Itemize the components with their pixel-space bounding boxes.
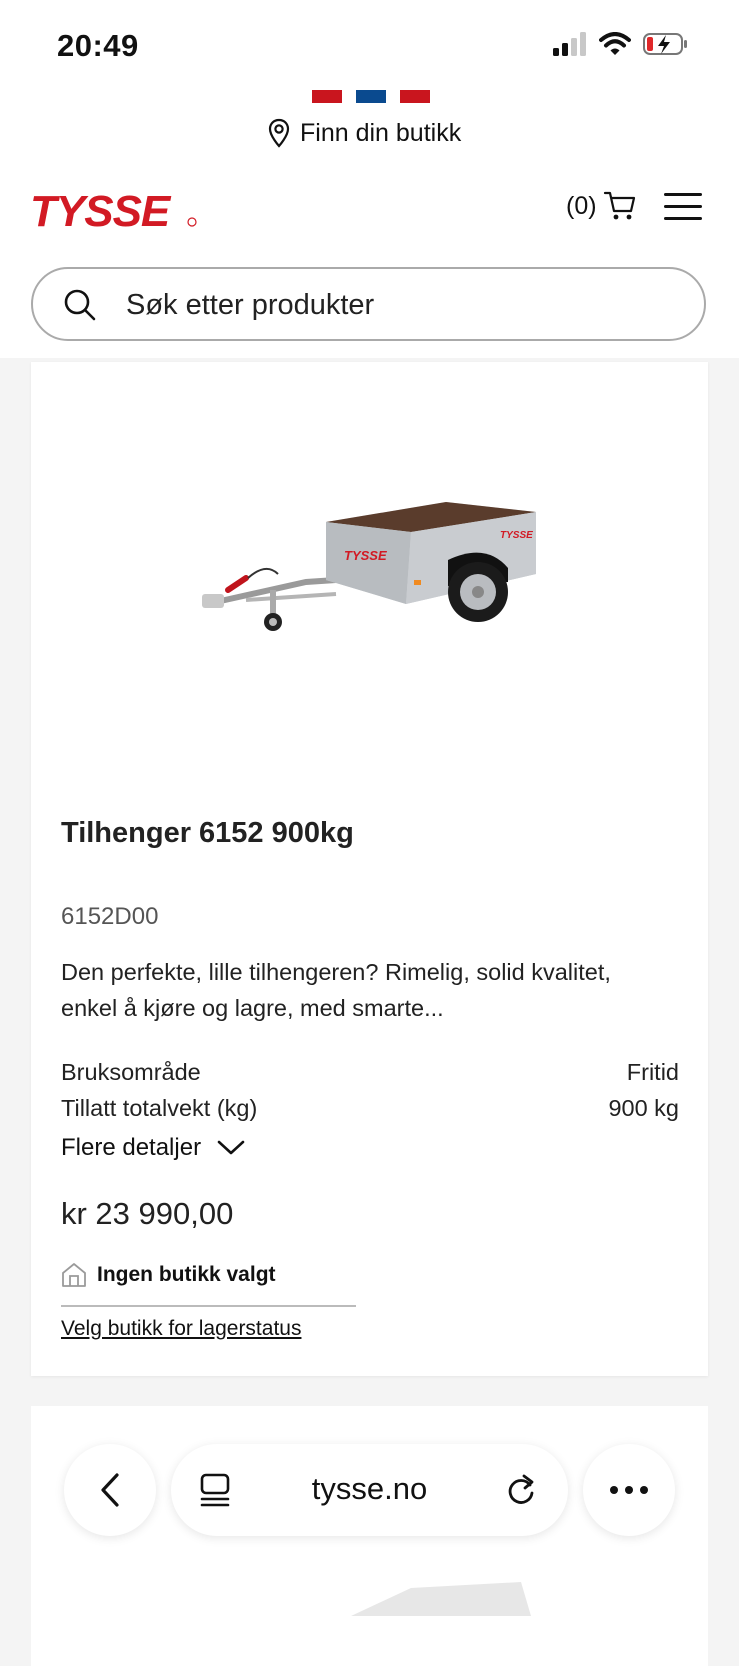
- divider: [61, 1305, 356, 1307]
- flag-stripe-red: [312, 90, 342, 103]
- spec-value: 900 kg: [608, 1095, 679, 1121]
- trailer-product-image[interactable]: TYSSE TYSSE: [186, 482, 546, 642]
- spec-row-total-weight: Tillatt totalvekt (kg) 900 kg: [61, 1095, 679, 1122]
- svg-text:TYSSE: TYSSE: [344, 548, 387, 563]
- battery-charging-icon: [643, 33, 687, 55]
- status-icons: [553, 32, 689, 56]
- flag-stripes: [312, 90, 430, 103]
- product-sku: 6152D00: [61, 903, 159, 930]
- chevron-left-icon: [101, 1473, 119, 1507]
- product-price: kr 23 990,00: [61, 1196, 234, 1231]
- status-time: 20:49: [57, 28, 139, 63]
- product-title[interactable]: Tilhenger 6152 900kg: [61, 817, 354, 850]
- svg-text:TYSSE: TYSSE: [500, 530, 533, 541]
- browser-back-button[interactable]: [64, 1444, 156, 1536]
- hamburger-menu-icon[interactable]: [664, 193, 702, 225]
- select-store-link[interactable]: Velg butikk for lagerstatus: [61, 1317, 301, 1341]
- product-image: [351, 1582, 531, 1616]
- store-finder-label: Finn din butikk: [300, 118, 462, 147]
- product-description: Den perfekte, lille tilhengeren? Rimelig…: [61, 959, 611, 1021]
- flag-stripe-red: [400, 90, 430, 103]
- location-pin-icon: [268, 118, 290, 148]
- store-finder-link[interactable]: Finn din butikk: [268, 118, 461, 148]
- cart-count: (0): [566, 191, 597, 220]
- cart-button[interactable]: (0): [566, 190, 637, 222]
- store-icon: [62, 1263, 86, 1287]
- site-header: Finn din butikk TYSSE (0): [0, 90, 739, 358]
- spec-value: Fritid: [626, 1059, 679, 1085]
- chevron-down-icon: [217, 1140, 245, 1155]
- spec-label: Tillatt totalvekt (kg): [61, 1095, 258, 1121]
- status-bar: 20:49: [0, 0, 739, 90]
- wifi-icon: [599, 32, 631, 55]
- browser-more-button[interactable]: [583, 1444, 675, 1536]
- shopping-cart-icon: [603, 191, 635, 220]
- spec-label: Bruksområde: [61, 1059, 201, 1085]
- browser-address-bar[interactable]: tysse.no: [171, 1444, 568, 1536]
- flag-stripe-blue: [356, 90, 386, 103]
- product-card[interactable]: TYSSE TYSSE Tilhenger 6152 900kg 6152D00…: [31, 362, 708, 1376]
- tysse-logo[interactable]: TYSSE: [30, 187, 200, 237]
- search-icon: [64, 289, 96, 321]
- tysse-logo-icon: TYSSE: [30, 187, 197, 236]
- more-details-toggle[interactable]: Flere detaljer: [61, 1134, 245, 1162]
- store-status: Ingen butikk valgt: [61, 1262, 276, 1288]
- more-horizontal-icon: [610, 1486, 648, 1494]
- more-details-label: Flere detaljer: [61, 1134, 202, 1161]
- search-input[interactable]: [124, 283, 668, 327]
- reload-icon[interactable]: [505, 1472, 537, 1508]
- cellular-signal-icon: [553, 32, 586, 56]
- search-bar[interactable]: [31, 267, 706, 341]
- store-status-label: Ingen butikk valgt: [97, 1263, 276, 1286]
- spec-row-usage: Bruksområde Fritid: [61, 1059, 679, 1086]
- logo-wordmark: TYSSE: [30, 190, 172, 232]
